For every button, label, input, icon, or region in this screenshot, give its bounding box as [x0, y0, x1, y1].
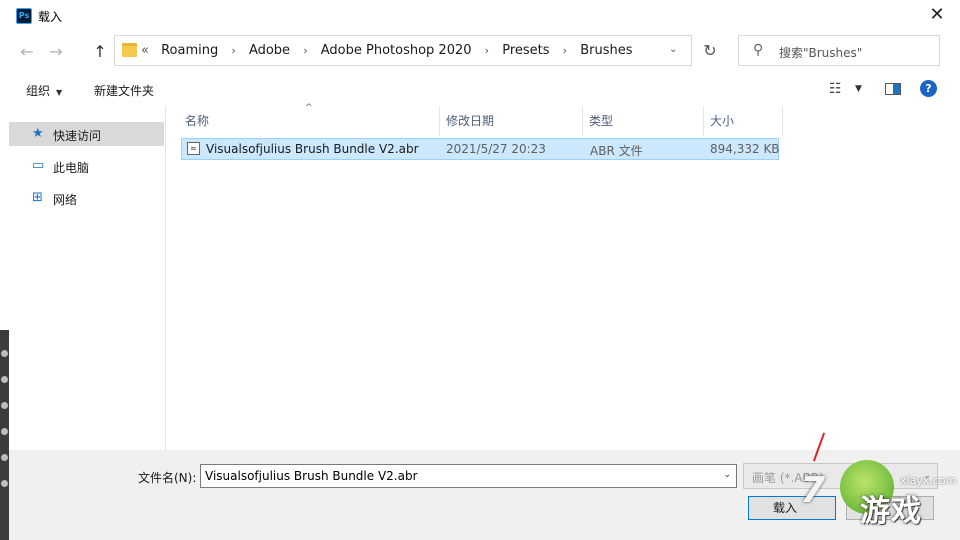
load-button[interactable]: 载入 [748, 496, 836, 520]
cancel-button[interactable] [846, 496, 934, 520]
file-name: Visualsofjulius Brush Bundle V2.abr [206, 142, 419, 156]
brush-file-icon: ≈ [187, 142, 200, 155]
back-button[interactable]: ← [17, 42, 37, 62]
address-history-dropdown[interactable]: ⌄ [669, 44, 683, 55]
title-bar: Ps 载入 ✕ [0, 0, 960, 32]
file-type: ABR 文件 [590, 144, 643, 158]
address-bar[interactable]: « Roaming › Adobe › Adobe Photoshop 2020… [114, 35, 692, 66]
up-folder-button[interactable]: ↑ [90, 42, 110, 62]
filename-field[interactable]: Visualsofjulius Brush Bundle V2.abr ⌄ [200, 464, 737, 488]
search-placeholder: 搜索"Brushes" [779, 46, 863, 60]
forward-button[interactable]: → [46, 42, 66, 62]
search-input[interactable]: ⚲ 搜索"Brushes" [738, 35, 940, 66]
navigation-pane: ★ 快速访问 ▭ 此电脑 ⊞ 网络 [9, 106, 166, 450]
breadcrumb-item-roaming[interactable]: Roaming [161, 43, 218, 58]
tool-icon [1, 376, 8, 383]
file-type-filter[interactable]: 画笔 (*.ABR) ⌄ [743, 463, 938, 489]
column-divider[interactable] [703, 106, 704, 136]
sort-ascending-icon: ^ [305, 103, 313, 113]
breadcrumb-item-photoshop[interactable]: Adobe Photoshop 2020 [321, 43, 472, 58]
network-icon: ⊞ [32, 190, 43, 205]
tool-icon [1, 350, 8, 357]
sidebar-item-label: 此电脑 [53, 161, 90, 175]
file-open-dialog: Ps 载入 ✕ ← → ↑ « Roaming › Adobe › Adobe … [0, 0, 960, 540]
breadcrumb-overflow-button[interactable]: « [141, 43, 149, 58]
tool-icon [1, 480, 8, 487]
chevron-down-icon[interactable]: ⌄ [923, 471, 931, 481]
chevron-down-icon[interactable]: ⌄ [723, 470, 731, 480]
breadcrumb-item-brushes[interactable]: Brushes [580, 43, 632, 58]
tool-icon [1, 428, 8, 435]
chevron-right-icon[interactable]: › [303, 44, 307, 57]
sidebar-item-quick-access[interactable]: ★ 快速访问 [9, 122, 164, 146]
chevron-right-icon[interactable]: › [563, 44, 567, 57]
organize-button[interactable]: 组织 ▼ [26, 82, 62, 99]
sidebar-item-label: 快速访问 [53, 129, 102, 143]
tool-icon [1, 402, 8, 409]
folder-icon [122, 43, 137, 57]
file-type-filter-value: 画笔 (*.ABR) [752, 471, 824, 485]
chevron-right-icon[interactable]: › [485, 44, 489, 57]
caret-down-icon: ▼ [56, 88, 63, 97]
chevron-right-icon[interactable]: › [231, 44, 235, 57]
command-bar: 组织 ▼ 新建文件夹 ☷ ▼ ? [0, 72, 960, 106]
column-divider[interactable] [439, 106, 440, 136]
column-header-name[interactable]: 名称 [185, 112, 209, 138]
refresh-button[interactable]: ↻ [697, 35, 723, 66]
column-header-size[interactable]: 大小 [710, 112, 734, 138]
tool-icon [1, 454, 8, 461]
breadcrumb: « Roaming › Adobe › Adobe Photoshop 2020… [141, 43, 633, 58]
view-caret-icon[interactable]: ▼ [855, 84, 862, 94]
filename-label: 文件名(N): [138, 471, 197, 485]
view-options-icon[interactable]: ☷ [829, 81, 842, 97]
close-button[interactable]: ✕ [914, 0, 960, 32]
file-modified: 2021/5/27 20:23 [446, 142, 546, 156]
sidebar-item-label: 网络 [53, 193, 78, 207]
column-header-type[interactable]: 类型 [589, 112, 613, 138]
computer-icon: ▭ [32, 158, 45, 173]
breadcrumb-item-adobe[interactable]: Adobe [249, 43, 290, 58]
column-header-modified[interactable]: 修改日期 [446, 112, 494, 138]
dialog-title: 载入 [38, 10, 63, 24]
file-list: ^ 名称 修改日期 类型 大小 ≈ Visualsofjulius Brush … [167, 103, 952, 450]
file-row[interactable]: ≈ Visualsofjulius Brush Bundle V2.abr 20… [181, 138, 780, 160]
new-folder-button[interactable]: 新建文件夹 [94, 82, 154, 99]
help-icon[interactable]: ? [920, 80, 937, 97]
star-icon: ★ [32, 126, 44, 141]
breadcrumb-item-presets[interactable]: Presets [502, 43, 549, 58]
dialog-footer: 文件名(N): Visualsofjulius Brush Bundle V2.… [0, 450, 960, 540]
sidebar-item-this-pc[interactable]: ▭ 此电脑 [9, 154, 164, 178]
photoshop-toolbar [0, 330, 9, 540]
sidebar-item-network[interactable]: ⊞ 网络 [9, 186, 164, 210]
column-divider[interactable] [782, 106, 783, 136]
preview-pane-icon[interactable] [885, 83, 901, 95]
photoshop-logo-icon: Ps [16, 8, 32, 24]
column-divider[interactable] [582, 106, 583, 136]
search-icon: ⚲ [753, 42, 764, 58]
filename-value[interactable]: Visualsofjulius Brush Bundle V2.abr [205, 469, 418, 483]
file-size: 894,332 KB [710, 142, 780, 156]
organize-label: 组织 [26, 84, 51, 98]
